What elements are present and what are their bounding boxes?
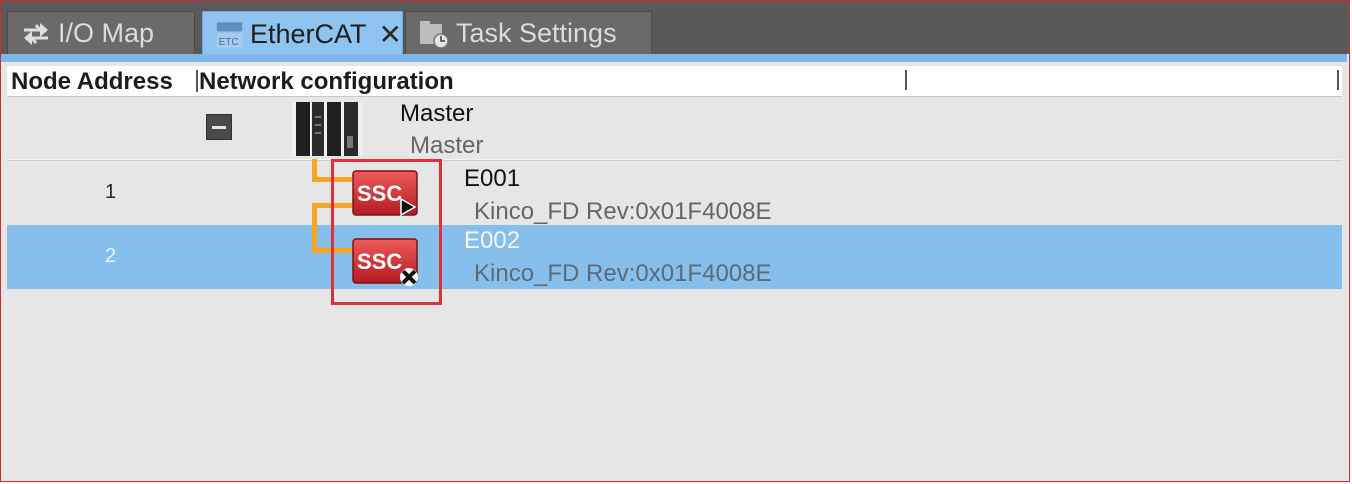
tab-io-map[interactable]: I/O Map — [7, 11, 195, 55]
header-network-configuration[interactable]: Network configuration — [199, 68, 454, 96]
tab-bar: I/O Map ETC EtherCAT ✕ Task Settings — [1, 1, 1349, 57]
tab-label: EtherCAT — [250, 19, 367, 49]
svg-text:ETC: ETC — [219, 36, 239, 47]
network-connector — [312, 203, 352, 208]
network-connector — [312, 248, 352, 253]
slave-row-selected[interactable]: 2 E002 Kinco_FD Rev:0x01F4008E — [7, 225, 1342, 289]
svg-text:SSC: SSC — [357, 249, 402, 274]
tab-bar-accent — [1, 54, 1347, 62]
ethercat-icon: ETC — [216, 21, 243, 47]
tab-label: I/O Map — [58, 18, 155, 48]
tab-ethercat[interactable]: ETC EtherCAT ✕ — [202, 11, 403, 57]
tab-task-settings[interactable]: Task Settings — [405, 11, 652, 55]
slave-name: E002 — [464, 227, 521, 254]
io-map-icon — [24, 22, 48, 45]
column-divider[interactable] — [196, 70, 198, 92]
network-connector — [312, 177, 352, 182]
slave-model: Kinco_FD Rev:0x01F4008E — [474, 198, 772, 225]
slave-row[interactable]: 1 E001 Kinco_FD Rev:0x01F4008E — [7, 160, 1342, 226]
network-tree: Master Master 1 E001 Kinco_FD Rev:0x01F4… — [7, 97, 1342, 477]
svg-text:SSC: SSC — [357, 181, 402, 206]
header-node-address[interactable]: Node Address — [11, 68, 173, 96]
node-address: 2 — [105, 245, 117, 267]
task-settings-icon — [420, 20, 449, 49]
column-divider[interactable] — [905, 70, 907, 90]
disabled-x-icon — [400, 268, 418, 286]
master-row[interactable]: Master Master — [7, 97, 1342, 159]
column-divider[interactable] — [1337, 70, 1339, 90]
tab-label: Task Settings — [456, 18, 617, 48]
network-connector — [312, 203, 317, 253]
collapse-icon[interactable] — [206, 114, 232, 140]
slave-model: Kinco_FD Rev:0x01F4008E — [474, 260, 772, 287]
node-address: 1 — [105, 181, 117, 203]
master-controller-icon — [292, 102, 362, 156]
slave-name: E001 — [464, 165, 521, 192]
column-header: Node Address Network configuration — [7, 66, 1342, 97]
master-name: Master — [400, 100, 474, 127]
slave-device-icon[interactable]: SSC — [351, 235, 423, 287]
master-model: Master — [410, 132, 484, 159]
close-icon[interactable]: ✕ — [379, 18, 402, 51]
slave-device-icon[interactable]: SSC — [351, 167, 423, 219]
